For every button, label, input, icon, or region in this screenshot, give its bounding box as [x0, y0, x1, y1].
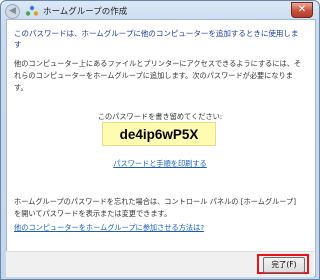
close-icon: ✕ — [297, 4, 307, 15]
title-bar: ◀ ホームグループの作成 — [5, 3, 127, 19]
password-prompt: このパスワードを書き留めてください: — [97, 112, 223, 121]
homegroup-window: ✕ ◀ ホームグループの作成 このパスワードは、ホームグループに他のコンピュータ… — [0, 0, 320, 280]
close-button[interactable]: ✕ — [291, 2, 313, 18]
window-title: ホームグループの作成 — [43, 7, 128, 17]
password-value: de4ip6wP5X — [119, 126, 199, 142]
forgot-password-text: ホームグループのパスワードを忘れた場合は、コントロール パネルの [ホームグルー… — [14, 197, 297, 218]
join-help-link[interactable]: 他のコンピューターをホームグループに参加させる方法は? — [14, 223, 204, 233]
print-password-link[interactable]: パスワードと手順を印刷する — [1, 159, 319, 169]
homegroup-icon — [25, 5, 39, 16]
description-text: 他のコンピューター上にあるファイルとプリンターにアクセスできるようにするには、そ… — [14, 59, 302, 92]
back-arrow-icon: ◀ — [9, 5, 16, 16]
finish-button[interactable]: 完了(F) — [263, 257, 305, 273]
back-button[interactable]: ◀ — [5, 3, 20, 19]
password-display: de4ip6wP5X — [102, 122, 216, 146]
page-heading: このパスワードは、ホームグループに他のコンピューターを追加するときに使用します — [14, 29, 299, 49]
